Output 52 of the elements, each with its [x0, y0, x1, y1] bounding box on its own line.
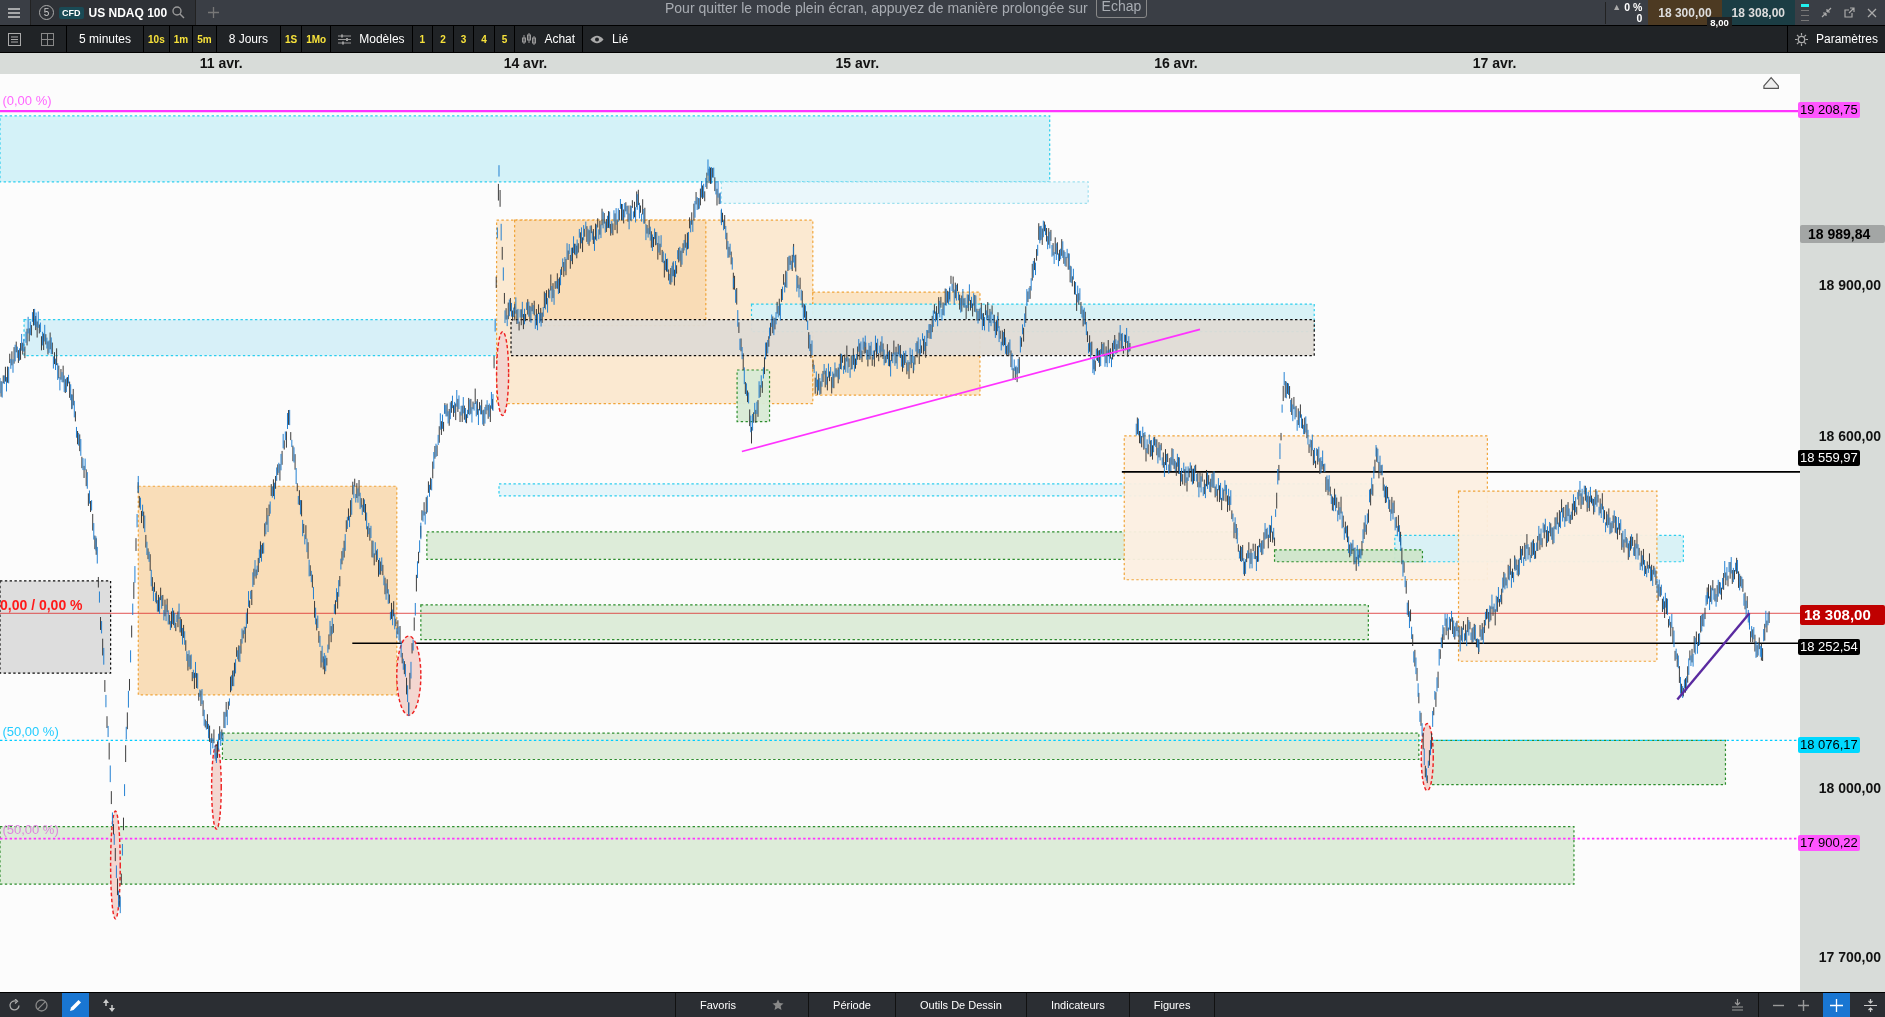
- search-icon[interactable]: [172, 6, 186, 19]
- candlestick-icon: [522, 33, 537, 45]
- fibonacci-label: (0,00 %): [2, 92, 52, 108]
- price-tick-label: 18 900,00: [1818, 277, 1881, 293]
- price-tick-label: 18 600,00: [1818, 428, 1881, 444]
- eye-icon: [590, 34, 605, 44]
- zoom-in-icon[interactable]: [1798, 999, 1809, 1011]
- settings-icon: [1794, 32, 1808, 46]
- fibonacci-label: 0,00 / 0,00 %: [0, 596, 83, 613]
- price-marker: 18 559,97: [1798, 450, 1860, 466]
- up-arrow-icon: ▲: [1612, 1, 1622, 13]
- change-value: 0: [1636, 12, 1643, 24]
- fullscreen-message: Pour quitter le mode plein écran, appuyez de manière prolongée sur: [665, 0, 1088, 16]
- price-tick-label: 17 700,00: [1818, 949, 1881, 965]
- escape-key: Echap: [1095, 0, 1148, 18]
- date-label: 16 avr.: [1154, 55, 1198, 71]
- date-label: 15 avr.: [835, 55, 880, 71]
- asset-type-badge: CFD: [59, 6, 84, 19]
- date-label: 14 avr.: [503, 55, 548, 71]
- fibonacci-label: (50,00 %): [2, 821, 59, 837]
- list-icon[interactable]: [8, 32, 21, 46]
- price-marker: 18 308,00: [1800, 605, 1885, 625]
- price-marker: 19 208,75: [1798, 102, 1860, 118]
- symbol-tab[interactable]: 5 CFD US NDAQ 100: [30, 0, 197, 25]
- spread-label: 8,00: [1707, 17, 1732, 28]
- date-label: 17 avr.: [1472, 55, 1517, 71]
- price-marker: 18 076,17: [1798, 737, 1860, 753]
- price-marker: 18 989,84: [1800, 225, 1885, 243]
- sliders-icon: [338, 33, 352, 45]
- add-tab-icon[interactable]: [208, 7, 220, 18]
- popout-icon[interactable]: [1844, 7, 1855, 18]
- fit-vertical-icon[interactable]: [1864, 998, 1877, 1012]
- price-marker: 18 252,54: [1798, 639, 1860, 655]
- star-icon: [772, 999, 785, 1011]
- price-marker: 17 900,22: [1798, 835, 1860, 851]
- refresh-icon[interactable]: [8, 998, 21, 1012]
- swap-arrows-icon[interactable]: [103, 998, 115, 1012]
- crosshair-button[interactable]: [1823, 993, 1850, 1017]
- date-label: 11 avr.: [199, 55, 243, 71]
- bottom-tab[interactable]: Figures: [1128, 993, 1216, 1017]
- fibonacci-label: (50,00 %): [2, 723, 59, 739]
- pencil-icon: [69, 998, 82, 1012]
- layout-grid-icon[interactable]: [41, 32, 54, 46]
- dashed-ellipse: [1420, 722, 1434, 792]
- no-entry-icon[interactable]: [35, 998, 48, 1012]
- crosshair-icon: [1830, 998, 1843, 1012]
- pencil-tool-button[interactable]: [62, 993, 89, 1017]
- minimize-icon[interactable]: [1821, 7, 1832, 18]
- price-tick-label: 18 000,00: [1818, 780, 1881, 796]
- menu-icon[interactable]: [8, 7, 20, 18]
- close-icon[interactable]: [1867, 7, 1877, 18]
- change-percent: 0 %: [1624, 1, 1643, 13]
